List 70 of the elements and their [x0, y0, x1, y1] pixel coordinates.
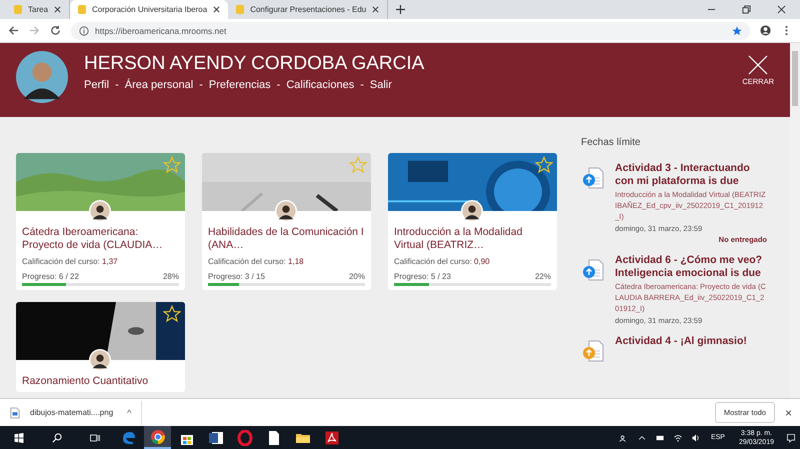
course-grade: Calificación del curso: 1,18: [208, 257, 305, 266]
address-field[interactable]: https://iberoamericana.mrooms.net: [71, 22, 750, 40]
restore-icon[interactable]: [742, 5, 751, 14]
course-grade: Calificación del curso: 1,37: [22, 257, 119, 266]
avatar: [275, 200, 297, 222]
progress-label: Progreso: 6 / 22: [22, 272, 79, 281]
course-title[interactable]: Introducción a la Modalidad Virtual (BEATRIZ…: [394, 226, 551, 252]
edge-browser-icon: [120, 430, 136, 446]
close-icon[interactable]: ×: [784, 406, 792, 420]
browser-tab[interactable]: Corporación Universitaria Iberoa: [70, 0, 228, 19]
reload-icon[interactable]: [50, 25, 61, 36]
close-icon[interactable]: [777, 5, 786, 14]
image-file-icon: [10, 406, 20, 418]
separator: -: [360, 79, 364, 91]
star-icon[interactable]: [163, 305, 181, 323]
user-name: HERSON AYENDY CORDOBA GARCIA: [84, 53, 424, 75]
avatar: [89, 349, 111, 371]
info-icon: [79, 26, 89, 36]
nav-link[interactable]: Preferencias: [208, 79, 271, 91]
star-icon[interactable]: [535, 156, 553, 174]
nav-link[interactable]: Salir: [370, 79, 392, 91]
avatar: [89, 200, 111, 222]
nav-link[interactable]: Perfil: [84, 79, 110, 91]
star-icon[interactable]: [732, 26, 742, 36]
caret-icon[interactable]: ^: [127, 408, 132, 418]
pdf-icon: [324, 430, 340, 446]
separator: -: [276, 79, 280, 91]
tab-icon: [14, 5, 22, 14]
star-icon[interactable]: [163, 156, 181, 174]
nav-link[interactable]: Calificaciones: [286, 79, 354, 91]
wifi-icon[interactable]: [672, 432, 683, 442]
new-tab-icon[interactable]: [396, 5, 406, 14]
progress-percent: 28%: [162, 272, 179, 281]
tab-icon: [78, 5, 86, 14]
word-document-icon: [208, 430, 224, 446]
separator: -: [115, 79, 119, 91]
opera-browser-icon: [236, 430, 252, 446]
course-title[interactable]: Habilidades de la Comunicación I (ANA…: [208, 226, 365, 252]
download-item[interactable]: dibujos-matemati....png ^: [10, 400, 142, 424]
close-icon[interactable]: [372, 6, 380, 13]
progress-label: Progreso: 5 / 23: [394, 272, 451, 281]
avatar: [461, 200, 483, 222]
progress-label: Progreso: 3 / 15: [208, 272, 265, 281]
taskbar-app[interactable]: [144, 426, 171, 449]
nav-link[interactable]: Área personal: [124, 79, 194, 91]
section-heading: Fechas límite: [581, 137, 642, 148]
deadline-title[interactable]: Actividad 6 - ¿Cómo me veo? Inteligencia emocional is due: [615, 254, 767, 279]
tab-icon: [236, 5, 244, 14]
course-card[interactable]: Razonamiento Cuantitativo: [16, 302, 185, 392]
account-icon[interactable]: [760, 25, 771, 36]
back-icon[interactable]: [8, 25, 19, 36]
avatar: [16, 51, 68, 103]
close-icon: [748, 55, 768, 75]
progress-percent: 22%: [534, 272, 551, 281]
course-title[interactable]: Cátedra Iberoamericana: Proyecto de vida (CLAUDIA…: [22, 226, 179, 252]
volume-icon[interactable]: [690, 432, 701, 442]
course-card[interactable]: Habilidades de la Comunicación I (ANA… Calificación del curso: 1,18 Progreso: 3 / 15 20%: [202, 153, 371, 290]
star-icon[interactable]: [349, 156, 367, 174]
course-card[interactable]: Introducción a la Modalidad Virtual (BEATRIZ… Calificación del curso: 0,90 Progreso: 5 / 23 22%: [388, 153, 557, 290]
deadline-title[interactable]: Actividad 3 - Interactuando con mi plataforma is due: [615, 162, 767, 187]
deadline-title[interactable]: Actividad 4 - ¡Al gimnasio!: [615, 335, 767, 348]
course-grade: Calificación del curso: 0,90: [394, 257, 491, 266]
notification-icon[interactable]: [786, 432, 796, 442]
course-title[interactable]: Razonamiento Cuantitativo: [22, 375, 179, 388]
close-icon[interactable]: [54, 6, 62, 13]
progress-percent: 20%: [348, 272, 365, 281]
separator: -: [199, 79, 203, 91]
course-card[interactable]: Cátedra Iberoamericana: Proyecto de vida (CLAUDIA… Calificación del curso: 1,37 Progreso: 6 / 22 28%: [16, 153, 185, 290]
close-icon[interactable]: [213, 6, 220, 13]
chrome-browser-icon: [150, 428, 166, 444]
